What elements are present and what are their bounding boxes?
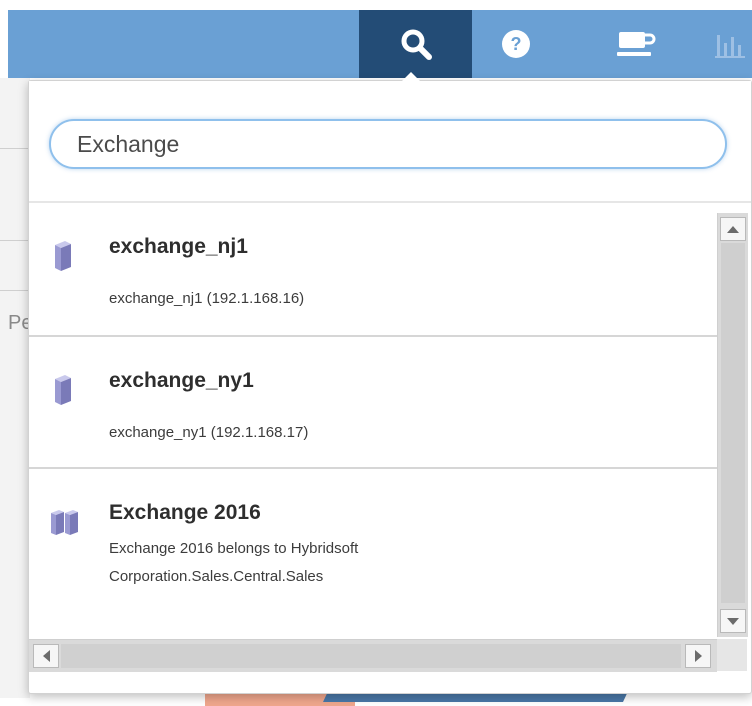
help-button[interactable]: ? (471, 10, 561, 78)
scroll-left-button[interactable] (33, 644, 59, 668)
server-icon (55, 375, 71, 405)
background-divider (0, 290, 30, 291)
result-item-exchange-ny1[interactable]: exchange_ny1 exchange_ny1 (192.1.168.17) (29, 337, 718, 469)
scrollbar-corner (717, 639, 747, 671)
bar-chart-icon (715, 35, 745, 58)
result-item-exchange-2016[interactable]: Exchange 2016 Exchange 2016 belongs to H… (29, 469, 718, 641)
chevron-right-icon (694, 650, 702, 662)
top-toolbar: ? (8, 10, 752, 78)
search-icon (401, 29, 432, 60)
search-results-list: exchange_nj1 exchange_nj1 (192.1.168.16)… (29, 203, 718, 641)
scroll-up-button[interactable] (720, 217, 746, 241)
vertical-scrollbar[interactable] (717, 213, 748, 637)
chevron-left-icon (42, 650, 50, 662)
server-icon (55, 241, 71, 271)
search-bar (29, 81, 751, 203)
background-divider (0, 240, 30, 241)
chevron-down-icon (727, 617, 739, 625)
search-button[interactable] (359, 10, 472, 78)
result-title: exchange_nj1 (109, 235, 248, 258)
result-title: exchange_ny1 (109, 369, 254, 392)
help-icon: ? (502, 30, 530, 58)
chevron-up-icon (727, 225, 739, 233)
vertical-scroll-thumb[interactable] (721, 243, 745, 603)
background-panel (0, 78, 30, 698)
result-item-exchange-nj1[interactable]: exchange_nj1 exchange_nj1 (192.1.168.16) (29, 203, 718, 337)
coffee-cup-icon (616, 32, 655, 56)
scroll-down-button[interactable] (720, 609, 746, 633)
popup-pointer (402, 72, 420, 81)
result-subtitle-line: Exchange 2016 belongs to Hybridsoft (109, 540, 359, 557)
svg-text:?: ? (511, 34, 522, 54)
background-divider (0, 148, 30, 149)
reports-button[interactable] (708, 10, 752, 78)
result-subtitle-line: Corporation.Sales.Central.Sales (109, 568, 324, 585)
search-popup: exchange_nj1 exchange_nj1 (192.1.168.16)… (28, 80, 752, 694)
result-title: Exchange 2016 (109, 501, 261, 524)
coffee-button[interactable] (578, 10, 693, 78)
result-subtitle: exchange_ny1 (192.1.168.17) (109, 424, 309, 441)
server-group-icon (51, 510, 78, 535)
search-input[interactable] (49, 119, 727, 169)
result-subtitle: Exchange 2016 belongs to Hybridsoft Corp… (109, 535, 669, 591)
horizontal-scroll-thumb[interactable] (61, 644, 681, 668)
result-subtitle: exchange_nj1 (192.1.168.16) (109, 290, 305, 307)
horizontal-scrollbar[interactable] (29, 639, 717, 672)
scroll-right-button[interactable] (685, 644, 711, 668)
